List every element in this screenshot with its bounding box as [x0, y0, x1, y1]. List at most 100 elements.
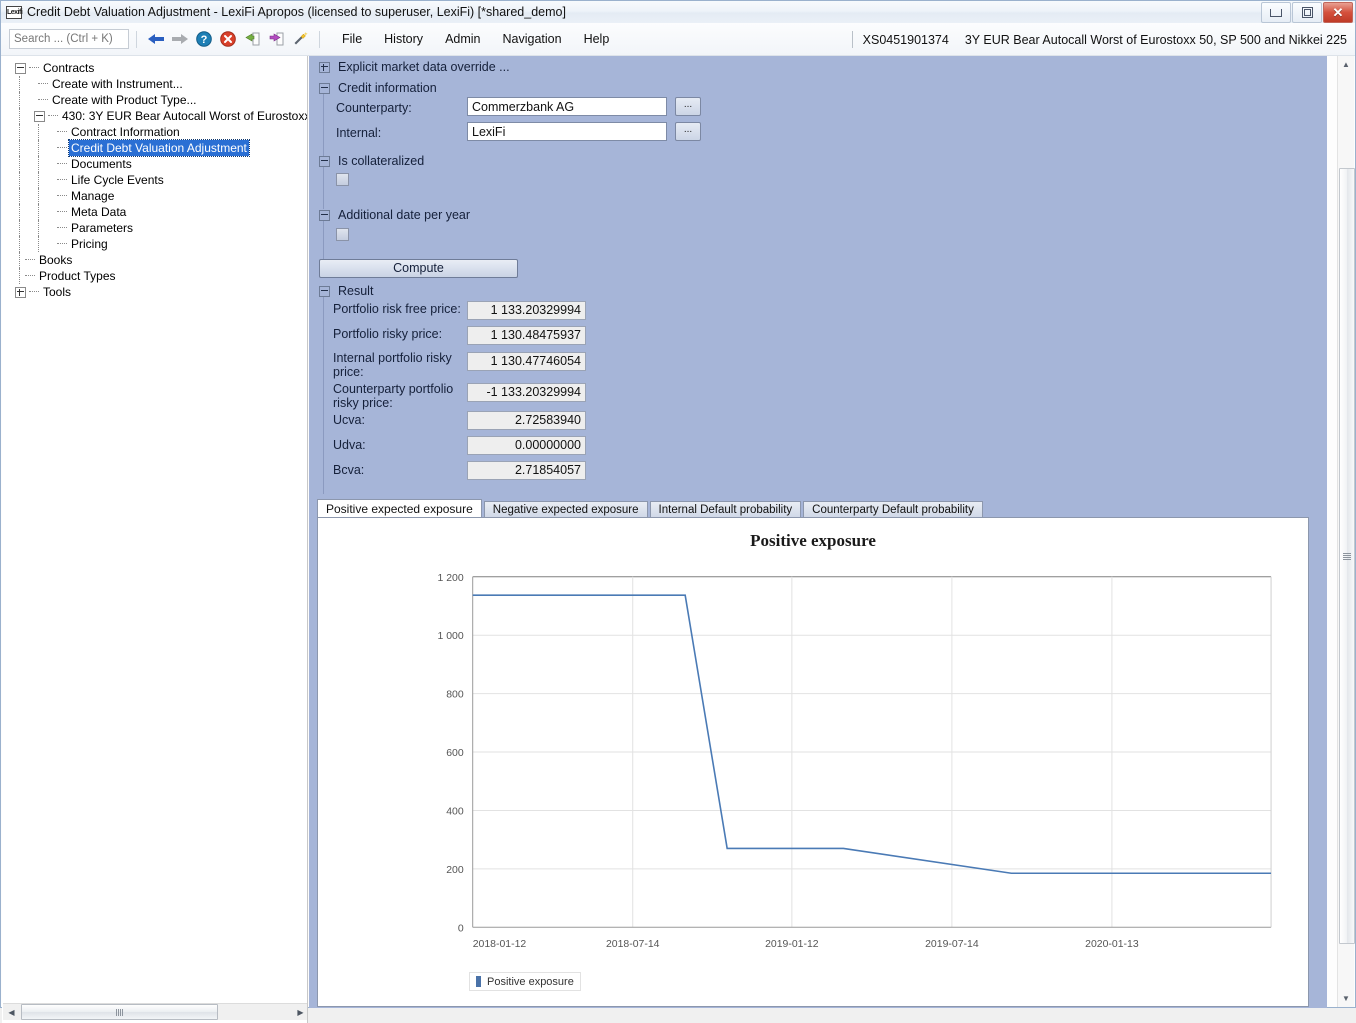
expand-icon[interactable]: [15, 286, 26, 298]
tree-node-label: Pricing: [71, 237, 108, 251]
scroll-down-icon[interactable]: ▼: [1338, 990, 1354, 1007]
legend-swatch-icon: [476, 976, 481, 987]
internal-browse-button[interactable]: ...: [675, 122, 701, 141]
y-axis-tick-label: 1 200: [438, 573, 464, 584]
application-window: Lexifi Credit Debt Valuation Adjustment …: [0, 0, 1356, 1023]
close-button[interactable]: ✕: [1323, 2, 1353, 23]
search-input[interactable]: [9, 29, 129, 49]
tree-node-pricing[interactable]: Pricing: [2, 236, 307, 252]
navigation-tree: Contracts Create with Instrument... Crea…: [2, 60, 307, 300]
section-label: Result: [338, 284, 374, 298]
isin-code: XS0451901374: [862, 32, 949, 47]
tree-connector: [38, 99, 48, 101]
collapse-icon[interactable]: [319, 209, 330, 221]
scroll-right-icon[interactable]: ▶: [292, 1005, 307, 1020]
chart-legend[interactable]: Positive exposure: [469, 972, 581, 991]
tree-node-meta-data[interactable]: Meta Data: [2, 204, 307, 220]
tree-node-label: Manage: [71, 189, 115, 203]
collapse-icon[interactable]: [319, 285, 330, 297]
magic-wand-icon[interactable]: [290, 29, 310, 49]
minimize-button[interactable]: [1261, 2, 1291, 23]
close-icon: ✕: [1332, 5, 1344, 20]
group-guide-line: [323, 221, 324, 263]
toolbar: ?: [1, 23, 1355, 56]
tree-connector: [38, 83, 48, 85]
tree-node-parameters[interactable]: Parameters: [2, 220, 307, 236]
x-axis-tick-label: 2019-01-12: [765, 939, 819, 950]
menu-admin[interactable]: Admin: [434, 28, 491, 50]
cancel-icon[interactable]: [218, 29, 238, 49]
is-collateralized-checkbox[interactable]: [336, 173, 349, 186]
tree-node-label: Create with Instrument...: [52, 77, 183, 91]
result-value-udva: 0.00000000: [467, 436, 586, 455]
result-label-ucva: Ucva:: [333, 413, 365, 427]
tree-connector: [57, 163, 67, 165]
x-axis-tick-label: 2020-01-13: [1085, 939, 1139, 950]
tree-scrollbar-thumb[interactable]: [21, 1004, 218, 1020]
section-market-data-override[interactable]: Explicit market data override ...: [319, 60, 510, 74]
y-axis-tick-label: 800: [446, 690, 464, 701]
tree-horizontal-scrollbar[interactable]: ◀ ▶: [3, 1003, 307, 1020]
collapse-icon[interactable]: [319, 82, 330, 94]
tree-node-contracts[interactable]: Contracts: [2, 60, 307, 76]
menu-file[interactable]: File: [331, 28, 373, 50]
expand-icon[interactable]: [319, 61, 330, 73]
tree-node-life-cycle-events[interactable]: Life Cycle Events: [2, 172, 307, 188]
result-label-portfolio-risk-free-price: Portfolio risk free price:: [333, 302, 461, 316]
export-icon[interactable]: [266, 29, 286, 49]
main-vertical-scrollbar[interactable]: ▲ ▼: [1337, 56, 1355, 1007]
grip-icon: [116, 1008, 123, 1016]
result-value-internal-portfolio-risky-price: 1 130.47746054: [467, 352, 586, 371]
scroll-left-icon[interactable]: ◀: [3, 1005, 20, 1020]
tree-node-label: Parameters: [71, 221, 134, 235]
scroll-up-icon[interactable]: ▲: [1338, 56, 1354, 73]
section-is-collateralized[interactable]: Is collateralized: [319, 154, 424, 168]
additional-date-checkbox[interactable]: [336, 228, 349, 241]
tree-connector: [57, 227, 67, 229]
tree-connector: [57, 195, 67, 197]
section-result[interactable]: Result: [319, 284, 373, 298]
tree-node-product-types[interactable]: Product Types: [2, 268, 307, 284]
internal-input[interactable]: [467, 122, 667, 141]
menu-bar: File History Admin Navigation Help: [331, 28, 620, 50]
tree-node-create-with-product-type[interactable]: Create with Product Type...: [2, 92, 307, 108]
tree-node-label: Product Types: [39, 269, 116, 283]
vertical-scrollbar-thumb[interactable]: [1339, 168, 1355, 944]
tree-node-label: Life Cycle Events: [71, 173, 164, 187]
help-icon[interactable]: ?: [194, 29, 214, 49]
tree-node-tools[interactable]: Tools: [2, 284, 307, 300]
compute-button[interactable]: Compute: [319, 259, 518, 278]
menu-help[interactable]: Help: [573, 28, 621, 50]
tree-node-label: Books: [39, 253, 73, 267]
tree-node-manage[interactable]: Manage: [2, 188, 307, 204]
collapse-icon[interactable]: [34, 110, 45, 122]
tree-node-label: 430: 3Y EUR Bear Autocall Worst of Euros…: [62, 109, 308, 123]
back-arrow-icon[interactable]: [146, 29, 166, 49]
tree-node-books[interactable]: Books: [2, 252, 307, 268]
forward-arrow-icon[interactable]: [170, 29, 190, 49]
tree-node-label: Contracts: [43, 61, 95, 75]
menu-navigation[interactable]: Navigation: [492, 28, 573, 50]
result-value-bcva: 2.71854057: [467, 461, 586, 480]
result-value-counterparty-portfolio-risky-price: -1 133.20329994: [467, 383, 586, 402]
tree-node-create-with-instrument[interactable]: Create with Instrument...: [2, 76, 307, 92]
tree-node-documents[interactable]: Documents: [2, 156, 307, 172]
tree-node-label: Documents: [71, 157, 132, 171]
counterparty-input[interactable]: [467, 97, 667, 116]
tree-connector: [29, 67, 39, 69]
maximize-button[interactable]: [1292, 2, 1322, 23]
collapse-icon[interactable]: [15, 62, 26, 74]
import-icon[interactable]: [242, 29, 262, 49]
section-additional-date-per-year[interactable]: Additional date per year: [319, 208, 470, 222]
x-axis-tick-label: 2019-07-14: [925, 939, 979, 950]
tree-node-contract-information[interactable]: Contract Information: [2, 124, 307, 140]
section-credit-information[interactable]: Credit information: [319, 81, 437, 95]
tree-node-credit-debt-valuation-adjustment[interactable]: Credit Debt Valuation Adjustment: [2, 139, 307, 157]
tree-node-contract-430[interactable]: 430: 3Y EUR Bear Autocall Worst of Euros…: [2, 108, 307, 124]
tree-connector: [57, 211, 67, 213]
counterparty-browse-button[interactable]: ...: [675, 97, 701, 116]
result-label-counterparty-portfolio-risky-price: Counterparty portfolio risky price:: [333, 382, 454, 410]
section-label: Credit information: [338, 81, 437, 95]
collapse-icon[interactable]: [319, 155, 330, 167]
menu-history[interactable]: History: [373, 28, 434, 50]
